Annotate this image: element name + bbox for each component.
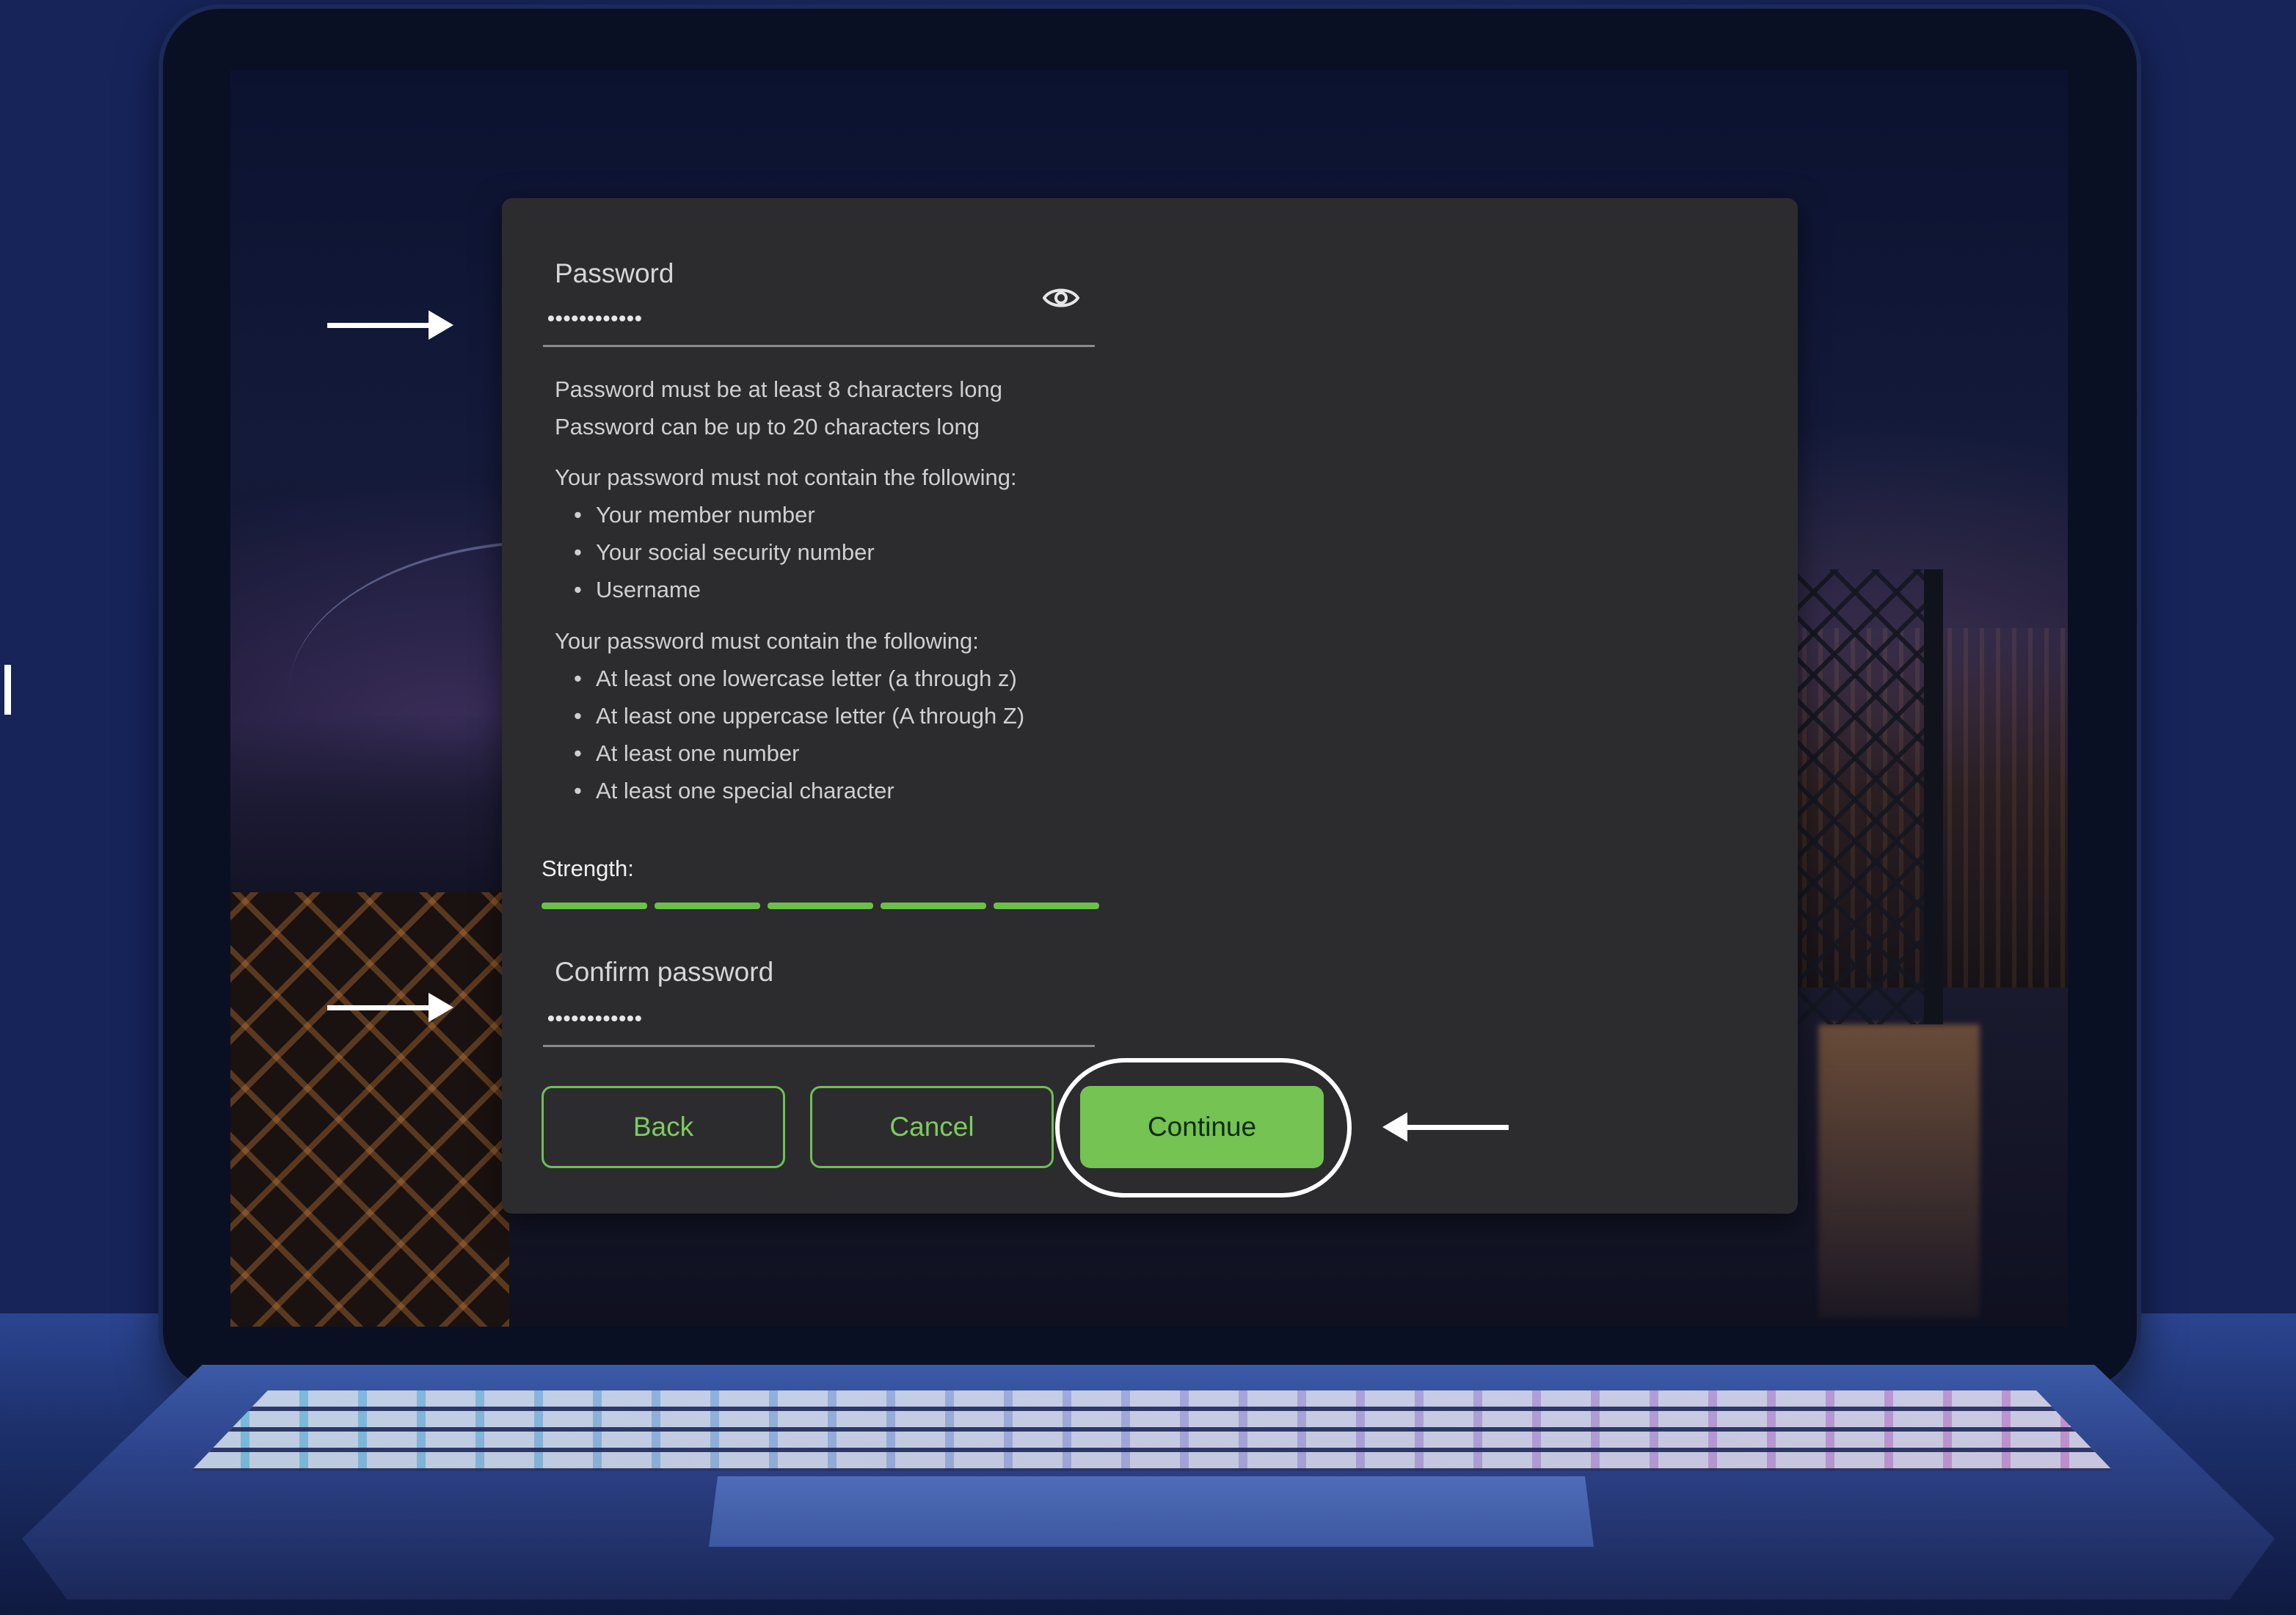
keyboard-rows [191, 1390, 2113, 1471]
list-item: • Your member number [574, 502, 815, 528]
list-item: • At least one lowercase letter (a throug… [574, 666, 1017, 691]
must-not-contain-heading: Your password must not contain the follo… [555, 464, 1017, 490]
must-contain-heading: Your password must contain the following… [555, 628, 979, 654]
list-item: • At least one uppercase letter (A throug… [574, 703, 1025, 729]
light-reflection [1818, 1024, 1980, 1318]
trackpad [709, 1476, 1594, 1547]
must-not-contain-section: Your password must not contain the follo… [555, 459, 1017, 608]
strength-segment [881, 903, 986, 909]
strength-segment [994, 903, 1099, 909]
password-input[interactable] [543, 279, 1095, 347]
bridge-truss [230, 892, 509, 1327]
continue-highlight-ring [1055, 1058, 1352, 1197]
strength-segment [655, 903, 760, 909]
cancel-button[interactable]: Cancel [810, 1086, 1054, 1168]
rule-max-length: Password can be up to 20 characters long [555, 414, 980, 440]
confirm-password-input[interactable] [543, 980, 1095, 1047]
arrow-right-icon [327, 310, 453, 340]
scene: Password •••••••••••• Password must be a… [0, 0, 2296, 1615]
must-not-contain-list: • Your member number • Your social securit… [555, 496, 1017, 608]
list-item: • Username [574, 577, 701, 602]
length-rules: Password must be at least 8 characters l… [555, 371, 1002, 445]
arrow-right-icon [327, 993, 453, 1022]
rule-min-length: Password must be at least 8 characters l… [555, 376, 1002, 402]
must-contain-list: • At least one lowercase letter (a throug… [555, 660, 1024, 809]
strength-meter [542, 903, 1099, 909]
list-item: • At least one number [574, 740, 800, 766]
strength-label: Strength: [542, 856, 634, 881]
back-button[interactable]: Back [542, 1086, 785, 1168]
arrow-left-icon [1382, 1112, 1509, 1142]
strength-segment [542, 903, 647, 909]
strength-segment [768, 903, 873, 909]
must-contain-section: Your password must contain the following… [555, 622, 1024, 809]
eye-icon[interactable] [1042, 283, 1080, 313]
list-item: • At least one special character [574, 778, 894, 803]
edge-mark [4, 665, 11, 715]
list-item: • Your social security number [574, 539, 875, 565]
